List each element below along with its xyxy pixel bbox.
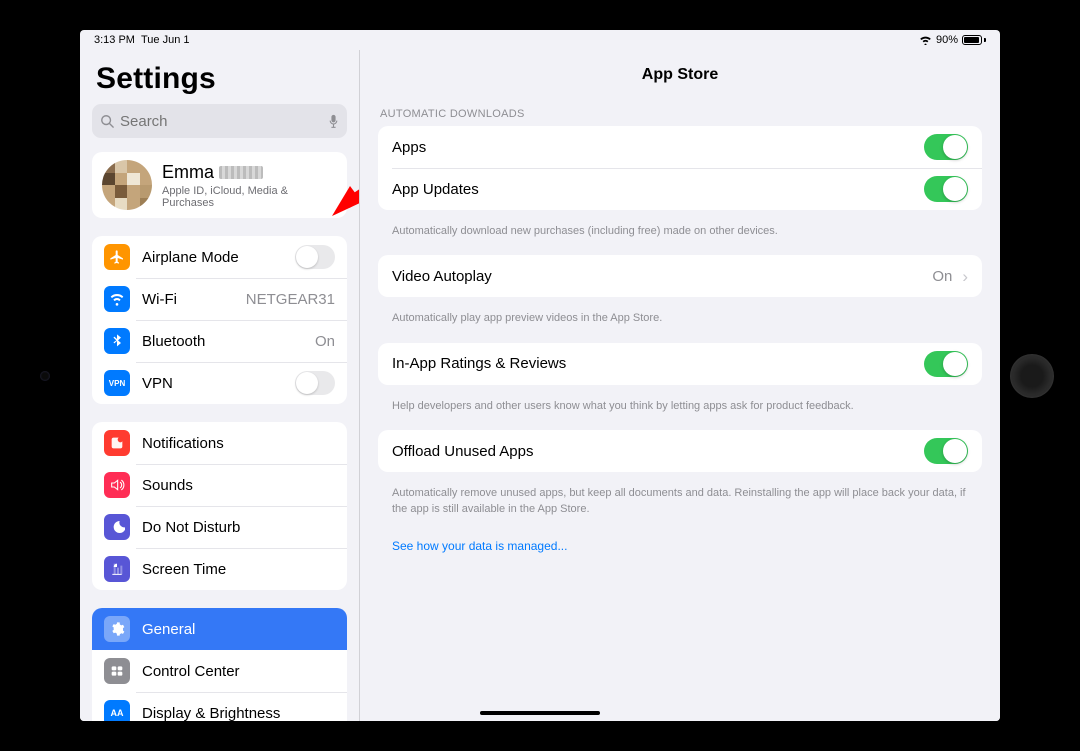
airplane-icon (104, 244, 130, 270)
wifi-value: NETGEAR31 (246, 291, 335, 308)
data-managed-link[interactable]: See how your data is managed... (360, 533, 1000, 559)
sidebar-item-airplane[interactable]: Airplane Mode (92, 236, 347, 278)
search-icon (100, 114, 114, 128)
section-label-autodl: Automatic Downloads (360, 96, 1000, 126)
sidebar-item-screentime[interactable]: Screen Time (92, 548, 347, 590)
sidebar-item-vpn[interactable]: VPN VPN (92, 362, 347, 404)
bluetooth-icon (104, 328, 130, 354)
sidebar-item-general[interactable]: General (92, 608, 347, 650)
apps-toggle[interactable] (924, 134, 968, 160)
footnote-offload: Automatically remove unused apps, but ke… (360, 480, 1000, 533)
notifications-icon (104, 430, 130, 456)
chevron-right-icon: › (962, 268, 968, 285)
detail-title: App Store (360, 50, 1000, 96)
row-app-updates[interactable]: App Updates (378, 168, 982, 210)
status-time: 3:13 PM (94, 34, 135, 46)
dnd-icon (104, 514, 130, 540)
search-field[interactable] (120, 113, 322, 130)
display-icon: AA (104, 700, 130, 721)
status-date: Tue Jun 1 (141, 34, 190, 46)
gear-icon (104, 616, 130, 642)
wifi-icon (919, 35, 932, 45)
row-ratings[interactable]: In-App Ratings & Reviews (378, 343, 982, 385)
search-input[interactable] (92, 104, 347, 138)
sidebar-item-bluetooth[interactable]: Bluetooth On (92, 320, 347, 362)
battery-pct: 90% (936, 34, 958, 46)
sidebar-item-display[interactable]: AA Display & Brightness (92, 692, 347, 721)
apple-id-card[interactable]: Emma Apple ID, iCloud, Media & Purchases (92, 152, 347, 218)
home-button[interactable] (1010, 354, 1054, 398)
ratings-toggle[interactable] (924, 351, 968, 377)
airplane-toggle[interactable] (295, 245, 335, 269)
settings-sidebar[interactable]: Settings Emma Apple ID, iCloud, Media & … (80, 50, 360, 721)
footnote-autodl: Automatically download new purchases (in… (360, 218, 1000, 255)
sidebar-item-notifications[interactable]: Notifications (92, 422, 347, 464)
profile-sub: Apple ID, iCloud, Media & Purchases (162, 185, 337, 209)
row-offload[interactable]: Offload Unused Apps (378, 430, 982, 472)
sidebar-item-dnd[interactable]: Do Not Disturb (92, 506, 347, 548)
footnote-autoplay: Automatically play app preview videos in… (360, 305, 1000, 342)
sidebar-item-wifi[interactable]: Wi-Fi NETGEAR31 (92, 278, 347, 320)
detail-pane[interactable]: App Store Automatic Downloads Apps App U… (360, 50, 1000, 721)
sidebar-item-sounds[interactable]: Sounds (92, 464, 347, 506)
autoplay-value: On (932, 268, 952, 285)
battery-icon (962, 35, 986, 45)
page-title: Settings (96, 62, 343, 96)
updates-toggle[interactable] (924, 176, 968, 202)
front-camera (40, 371, 50, 381)
row-apps[interactable]: Apps (378, 126, 982, 168)
vpn-icon: VPN (104, 370, 130, 396)
redacted-surname (219, 166, 263, 179)
vpn-toggle[interactable] (295, 371, 335, 395)
screentime-icon (104, 556, 130, 582)
mic-icon[interactable] (328, 114, 339, 129)
sidebar-item-controlcenter[interactable]: Control Center (92, 650, 347, 692)
screen: 3:13 PM Tue Jun 1 90% Settings (80, 30, 1000, 721)
profile-name: Emma (162, 162, 337, 183)
avatar (102, 160, 152, 210)
wifi-setting-icon (104, 286, 130, 312)
ipad-frame: 3:13 PM Tue Jun 1 90% Settings (0, 0, 1080, 751)
sounds-icon (104, 472, 130, 498)
bluetooth-value: On (315, 333, 335, 350)
control-center-icon (104, 658, 130, 684)
row-video-autoplay[interactable]: Video Autoplay On › (378, 255, 982, 297)
offload-toggle[interactable] (924, 438, 968, 464)
status-bar: 3:13 PM Tue Jun 1 90% (80, 30, 1000, 50)
footnote-ratings: Help developers and other users know wha… (360, 393, 1000, 430)
home-indicator[interactable] (480, 711, 600, 715)
